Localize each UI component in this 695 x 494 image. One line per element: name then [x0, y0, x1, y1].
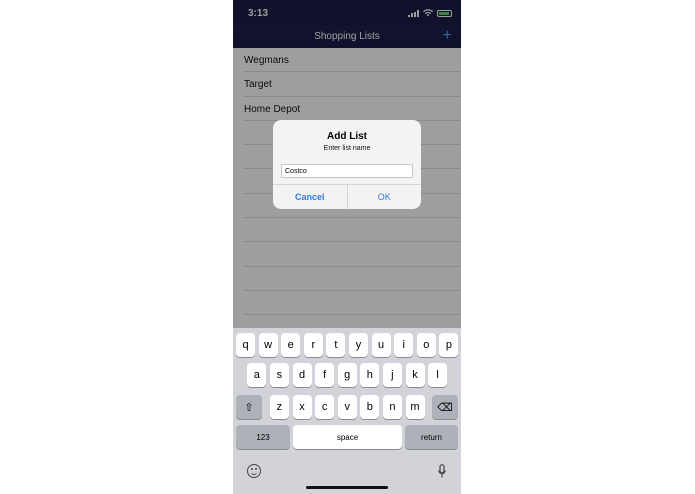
key-o[interactable]: o	[416, 333, 436, 357]
key-w[interactable]: w	[258, 333, 278, 357]
phone-screen: 3:13 Shopping Lists + Wegmans Target Hom…	[233, 0, 461, 494]
key-j[interactable]: j	[382, 363, 402, 387]
cancel-button[interactable]: Cancel	[273, 185, 348, 209]
add-list-dialog: Add List Enter list name Cancel OK	[273, 120, 421, 209]
key-s[interactable]: s	[269, 363, 289, 387]
key-i[interactable]: i	[394, 333, 414, 357]
microphone-icon[interactable]	[438, 464, 446, 479]
dialog-message: Enter list name	[323, 145, 371, 152]
key-m[interactable]: m	[405, 395, 425, 419]
keyboard: q w e r t y u i o p a s d f g h j k l ⇧ …	[233, 328, 461, 494]
key-n[interactable]: n	[382, 395, 402, 419]
key-a[interactable]: a	[247, 363, 267, 387]
key-b[interactable]: b	[360, 395, 380, 419]
key-v[interactable]: v	[337, 395, 357, 419]
key-d[interactable]: d	[292, 363, 312, 387]
key-u[interactable]: u	[371, 333, 391, 357]
return-key[interactable]: return	[405, 425, 458, 449]
home-indicator	[306, 486, 388, 489]
key-q[interactable]: q	[236, 333, 255, 357]
key-x[interactable]: x	[292, 395, 312, 419]
key-g[interactable]: g	[337, 363, 357, 387]
key-z[interactable]: z	[269, 395, 289, 419]
key-l[interactable]: l	[428, 363, 448, 387]
delete-key[interactable]: ⌫	[432, 395, 458, 419]
key-t[interactable]: t	[326, 333, 346, 357]
key-h[interactable]: h	[360, 363, 380, 387]
numbers-key[interactable]: 123	[236, 425, 290, 449]
key-y[interactable]: y	[349, 333, 368, 357]
key-k[interactable]: k	[405, 363, 425, 387]
key-e[interactable]: e	[281, 333, 301, 357]
key-p[interactable]: p	[439, 333, 459, 357]
key-r[interactable]: r	[303, 333, 323, 357]
ok-button[interactable]: OK	[348, 185, 422, 209]
dialog-title: Add List	[327, 131, 367, 142]
emoji-icon[interactable]	[247, 464, 261, 478]
key-f[interactable]: f	[315, 363, 335, 387]
space-key[interactable]: space	[293, 425, 402, 449]
key-c[interactable]: c	[315, 395, 335, 419]
dialog-buttons: Cancel OK	[273, 184, 421, 209]
shift-key[interactable]: ⇧	[236, 395, 262, 419]
list-name-input[interactable]	[281, 164, 413, 178]
